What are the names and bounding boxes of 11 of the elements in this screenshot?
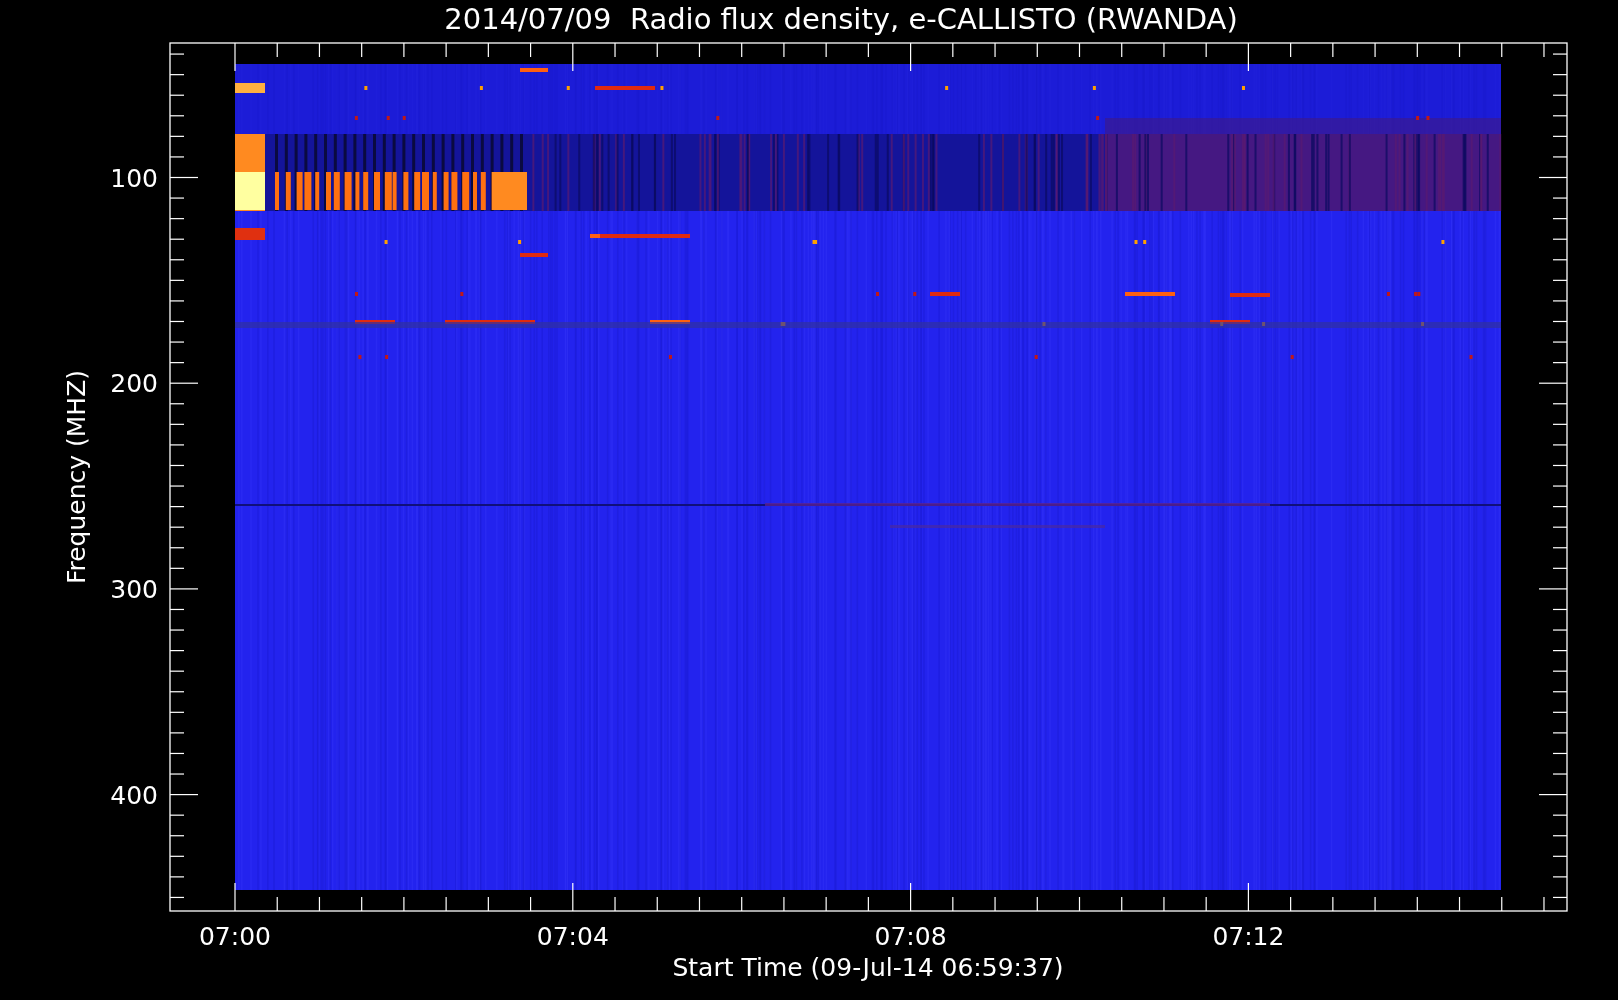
y-tick-label: 400 [110,780,158,810]
chart-title: 2014/07/09 Radio flux density, e-CALLISTO (RWANDA) [444,2,1238,36]
y-tick-label: 300 [110,574,158,604]
y-axis-label: Frequency (MHZ) [62,369,91,585]
x-tick-label: 07:00 [199,922,271,951]
x-axis-label: Start Time (09-Jul-14 06:59:37) [672,953,1064,982]
x-tick-label: 07:04 [536,922,609,951]
y-tick-label: 100 [110,163,158,193]
x-tick-label: 07:08 [874,922,947,951]
x-tick-label: 07:12 [1212,922,1285,951]
y-tick-label: 200 [110,369,158,399]
